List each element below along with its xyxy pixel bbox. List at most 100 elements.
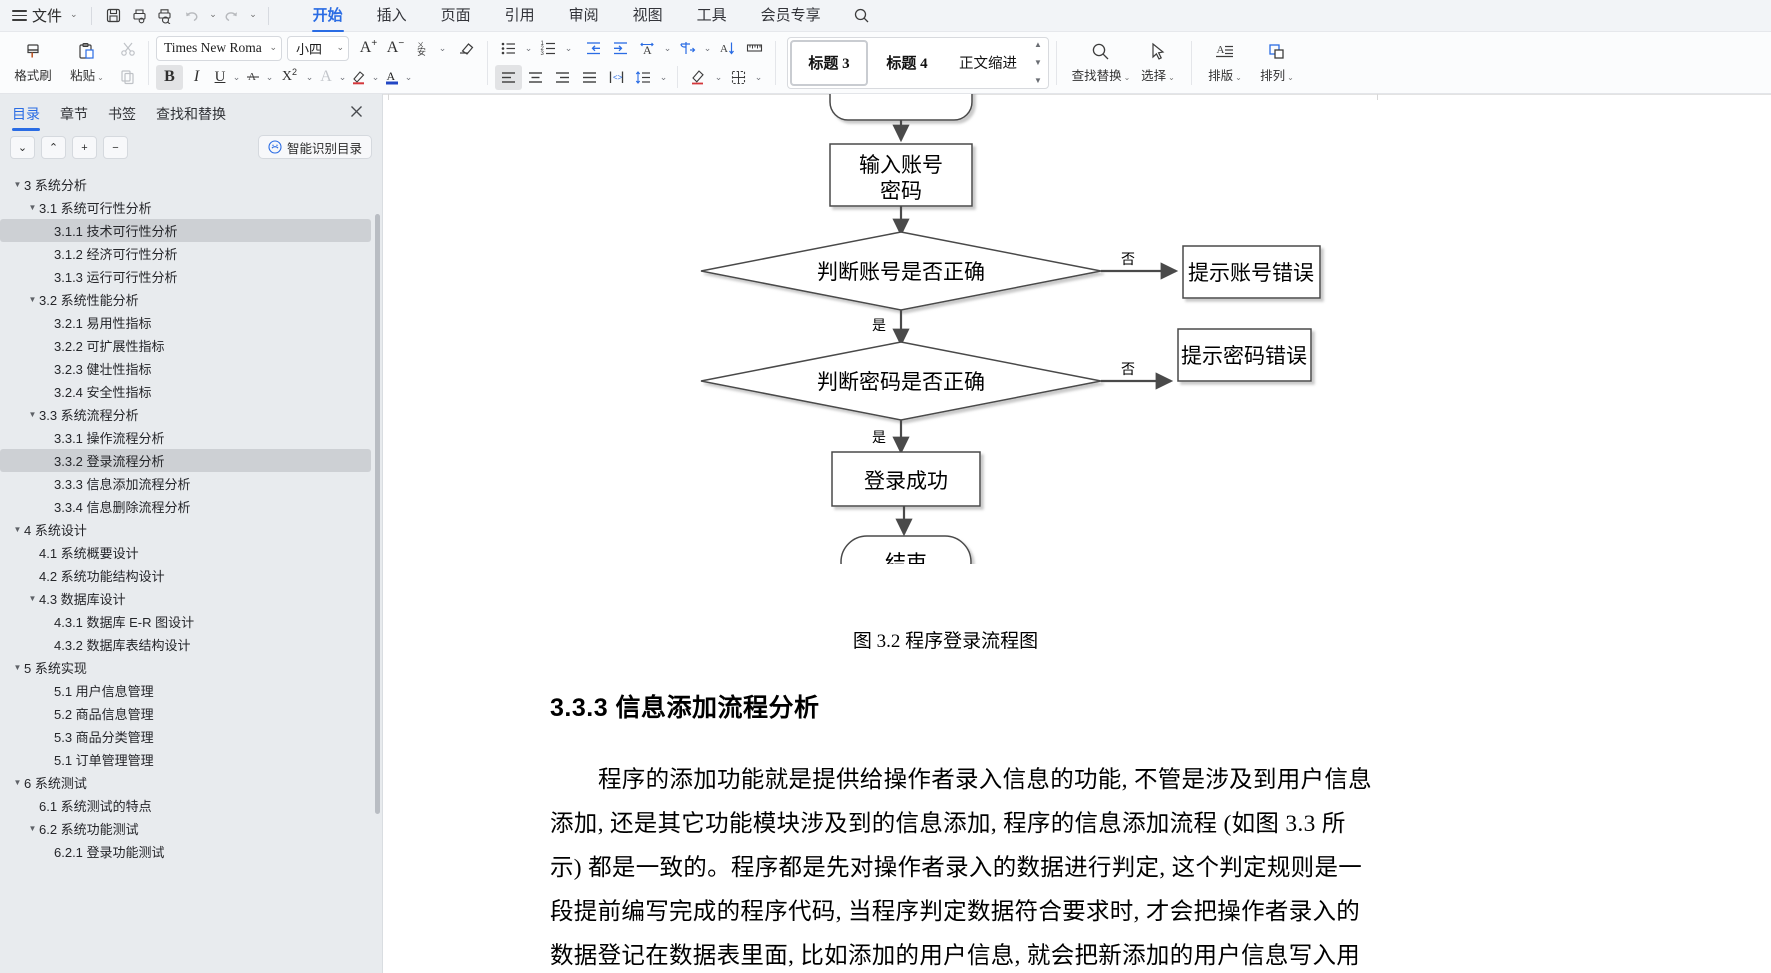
arrange-button[interactable]: 排列 ⌄ bbox=[1251, 41, 1303, 84]
borders-icon[interactable] bbox=[725, 65, 752, 90]
toc-item[interactable]: 3.3.1 操作流程分析 bbox=[0, 426, 382, 449]
toc-expand-arrow-icon[interactable]: ▼ bbox=[11, 778, 24, 787]
font-size-select[interactable]: 小四 ⌄ bbox=[287, 35, 349, 61]
toc-expand-arrow-icon[interactable]: ▼ bbox=[11, 525, 24, 534]
sidebar-tab-chapters[interactable]: 章节 bbox=[60, 104, 88, 131]
toc-item[interactable]: 4.2 系统功能结构设计 bbox=[0, 564, 382, 587]
align-center-icon[interactable] bbox=[522, 65, 549, 90]
toc-item[interactable]: 3.2.1 易用性指标 bbox=[0, 311, 382, 334]
toc-item[interactable]: 5.1 订单管理管理 bbox=[0, 748, 382, 771]
toc-item[interactable]: 3.2.2 可扩展性指标 bbox=[0, 334, 382, 357]
collapse-down-button[interactable]: ⌄ bbox=[10, 136, 35, 159]
superscript-dropdown-icon[interactable]: ⌄ bbox=[303, 65, 316, 90]
clear-format-icon[interactable] bbox=[453, 36, 480, 61]
expand-level-button[interactable]: + bbox=[72, 136, 97, 159]
toc-expand-arrow-icon[interactable]: ▼ bbox=[26, 594, 39, 603]
grow-font-button[interactable]: A + bbox=[355, 36, 382, 61]
tab-member[interactable]: 会员专享 bbox=[744, 0, 838, 31]
scissors-icon[interactable] bbox=[114, 36, 141, 61]
tab-page[interactable]: 页面 bbox=[424, 0, 488, 31]
style-body-indent[interactable]: 正文缩进 bbox=[946, 40, 1030, 86]
font-name-select[interactable]: Times New Roma ⌄ bbox=[156, 35, 282, 61]
numbered-list-icon[interactable]: 123 bbox=[535, 36, 562, 61]
increase-indent-icon[interactable] bbox=[607, 36, 634, 61]
smart-toc-button[interactable]: 智能识别目录 bbox=[257, 135, 372, 159]
redo-icon[interactable] bbox=[219, 4, 245, 28]
toc-item[interactable]: 3.1.3 运行可行性分析 bbox=[0, 265, 382, 288]
sidebar-tab-find-replace[interactable]: 查找和替换 bbox=[156, 104, 226, 131]
text-effect-dropdown-icon[interactable]: ⌄ bbox=[336, 65, 349, 90]
app-menu-button[interactable]: 文件 ⌄ bbox=[8, 5, 82, 26]
style-scroll-down-icon[interactable]: ▼ bbox=[1034, 58, 1042, 67]
align-right-icon[interactable] bbox=[549, 65, 576, 90]
sidebar-tab-toc[interactable]: 目录 bbox=[12, 104, 40, 131]
bold-button[interactable]: B bbox=[156, 64, 183, 90]
typeset-button[interactable]: A 排版 ⌄ bbox=[1199, 41, 1251, 84]
style-scroll-up-icon[interactable]: ▲ bbox=[1034, 40, 1042, 49]
redo-dropdown-icon[interactable]: ⌄ bbox=[245, 4, 259, 28]
document-area[interactable]: 输入账号 密码 判断账号是否正确 否 提示账号错误 是 判断密码是否正确 否 提… bbox=[383, 94, 1771, 973]
font-color-dropdown-icon[interactable]: ⌄ bbox=[402, 65, 415, 90]
align-left-icon[interactable] bbox=[495, 64, 522, 90]
style-gallery-expand-icon[interactable]: ▼ bbox=[1034, 76, 1042, 85]
show-paragraph-marks-icon[interactable] bbox=[674, 36, 701, 61]
toc-item[interactable]: 6.2.1 登录功能测试 bbox=[0, 840, 382, 863]
phonetic-dropdown-icon[interactable]: ⌄ bbox=[436, 36, 449, 61]
toc-item[interactable]: ▼ 3.1 系统可行性分析 bbox=[0, 196, 382, 219]
close-icon[interactable] bbox=[344, 99, 368, 123]
select-button[interactable]: 选择 ⌄ bbox=[1132, 41, 1184, 84]
show-marks-dropdown-icon[interactable]: ⌄ bbox=[701, 36, 714, 61]
decrease-indent-icon[interactable] bbox=[580, 36, 607, 61]
copy-icon[interactable] bbox=[114, 64, 141, 89]
toc-expand-arrow-icon[interactable]: ▼ bbox=[11, 663, 24, 672]
toc-expand-arrow-icon[interactable]: ▼ bbox=[11, 180, 24, 189]
underline-button[interactable]: U bbox=[210, 65, 230, 90]
toc-item[interactable]: 3.2.4 安全性指标 bbox=[0, 380, 382, 403]
toc-item[interactable]: 3.1.2 经济可行性分析 bbox=[0, 242, 382, 265]
line-spacing-dropdown-icon[interactable]: ⌄ bbox=[657, 65, 670, 90]
toc-item[interactable]: ▼ 6 系统测试 bbox=[0, 771, 382, 794]
tab-reference[interactable]: 引用 bbox=[488, 0, 552, 31]
undo-dropdown-icon[interactable]: ⌄ bbox=[205, 4, 219, 28]
tab-view[interactable]: 视图 bbox=[616, 0, 680, 31]
underline-dropdown-icon[interactable]: ⌄ bbox=[230, 65, 243, 90]
highlight-icon[interactable] bbox=[349, 65, 369, 90]
toc-expand-arrow-icon[interactable]: ▼ bbox=[26, 410, 39, 419]
text-direction-dropdown-icon[interactable]: ⌄ bbox=[661, 36, 674, 61]
shading-dropdown-icon[interactable]: ⌄ bbox=[712, 65, 725, 90]
tab-insert[interactable]: 插入 bbox=[360, 0, 424, 31]
italic-button[interactable]: I bbox=[183, 65, 210, 90]
paste-button[interactable]: 粘贴 ⌄ bbox=[60, 41, 114, 84]
toc-item[interactable]: ▼ 3.3 系统流程分析 bbox=[0, 403, 382, 426]
toc-item[interactable]: 3.3.3 信息添加流程分析 bbox=[0, 472, 382, 495]
print-preview-icon[interactable] bbox=[153, 4, 179, 28]
sidebar-scrollbar[interactable] bbox=[375, 214, 380, 814]
toc-item[interactable]: 3.1.1 技术可行性分析 bbox=[0, 219, 371, 242]
save-icon[interactable] bbox=[101, 4, 127, 28]
print-icon[interactable] bbox=[127, 4, 153, 28]
tab-review[interactable]: 审阅 bbox=[552, 0, 616, 31]
ruler-icon[interactable] bbox=[741, 36, 768, 61]
toc-item[interactable]: ▼ 4 系统设计 bbox=[0, 518, 382, 541]
style-gallery-scroll[interactable]: ▲ ▼ ▼ bbox=[1030, 39, 1046, 87]
undo-icon[interactable] bbox=[179, 4, 205, 28]
borders-dropdown-icon[interactable]: ⌄ bbox=[752, 65, 765, 90]
sidebar-tab-bookmarks[interactable]: 书签 bbox=[108, 104, 136, 131]
distribute-text-icon[interactable]: <> bbox=[603, 65, 630, 90]
style-heading3[interactable]: 标题 3 bbox=[790, 39, 868, 86]
toc-item[interactable]: 5.2 商品信息管理 bbox=[0, 702, 382, 725]
toc-item[interactable]: 3.3.2 登录流程分析 bbox=[0, 449, 371, 472]
toc-expand-arrow-icon[interactable]: ▼ bbox=[26, 203, 39, 212]
font-color-icon[interactable]: A bbox=[382, 65, 402, 90]
toc-item[interactable]: ▼ 4.3 数据库设计 bbox=[0, 587, 382, 610]
superscript-button[interactable]: X2 bbox=[276, 65, 303, 90]
find-replace-button[interactable]: 查找替换 ⌄ bbox=[1070, 41, 1132, 84]
toc-item[interactable]: ▼ 6.2 系统功能测试 bbox=[0, 817, 382, 840]
search-icon[interactable] bbox=[848, 4, 876, 28]
style-heading4[interactable]: 标题 4 bbox=[868, 40, 946, 86]
toc-expand-arrow-icon[interactable]: ▼ bbox=[26, 824, 39, 833]
toc-item[interactable]: 5.1 用户信息管理 bbox=[0, 679, 382, 702]
collapse-up-button[interactable]: ⌃ bbox=[41, 136, 66, 159]
toc-item[interactable]: ▼ 3.2 系统性能分析 bbox=[0, 288, 382, 311]
toc-item[interactable]: 4.3.2 数据库表结构设计 bbox=[0, 633, 382, 656]
